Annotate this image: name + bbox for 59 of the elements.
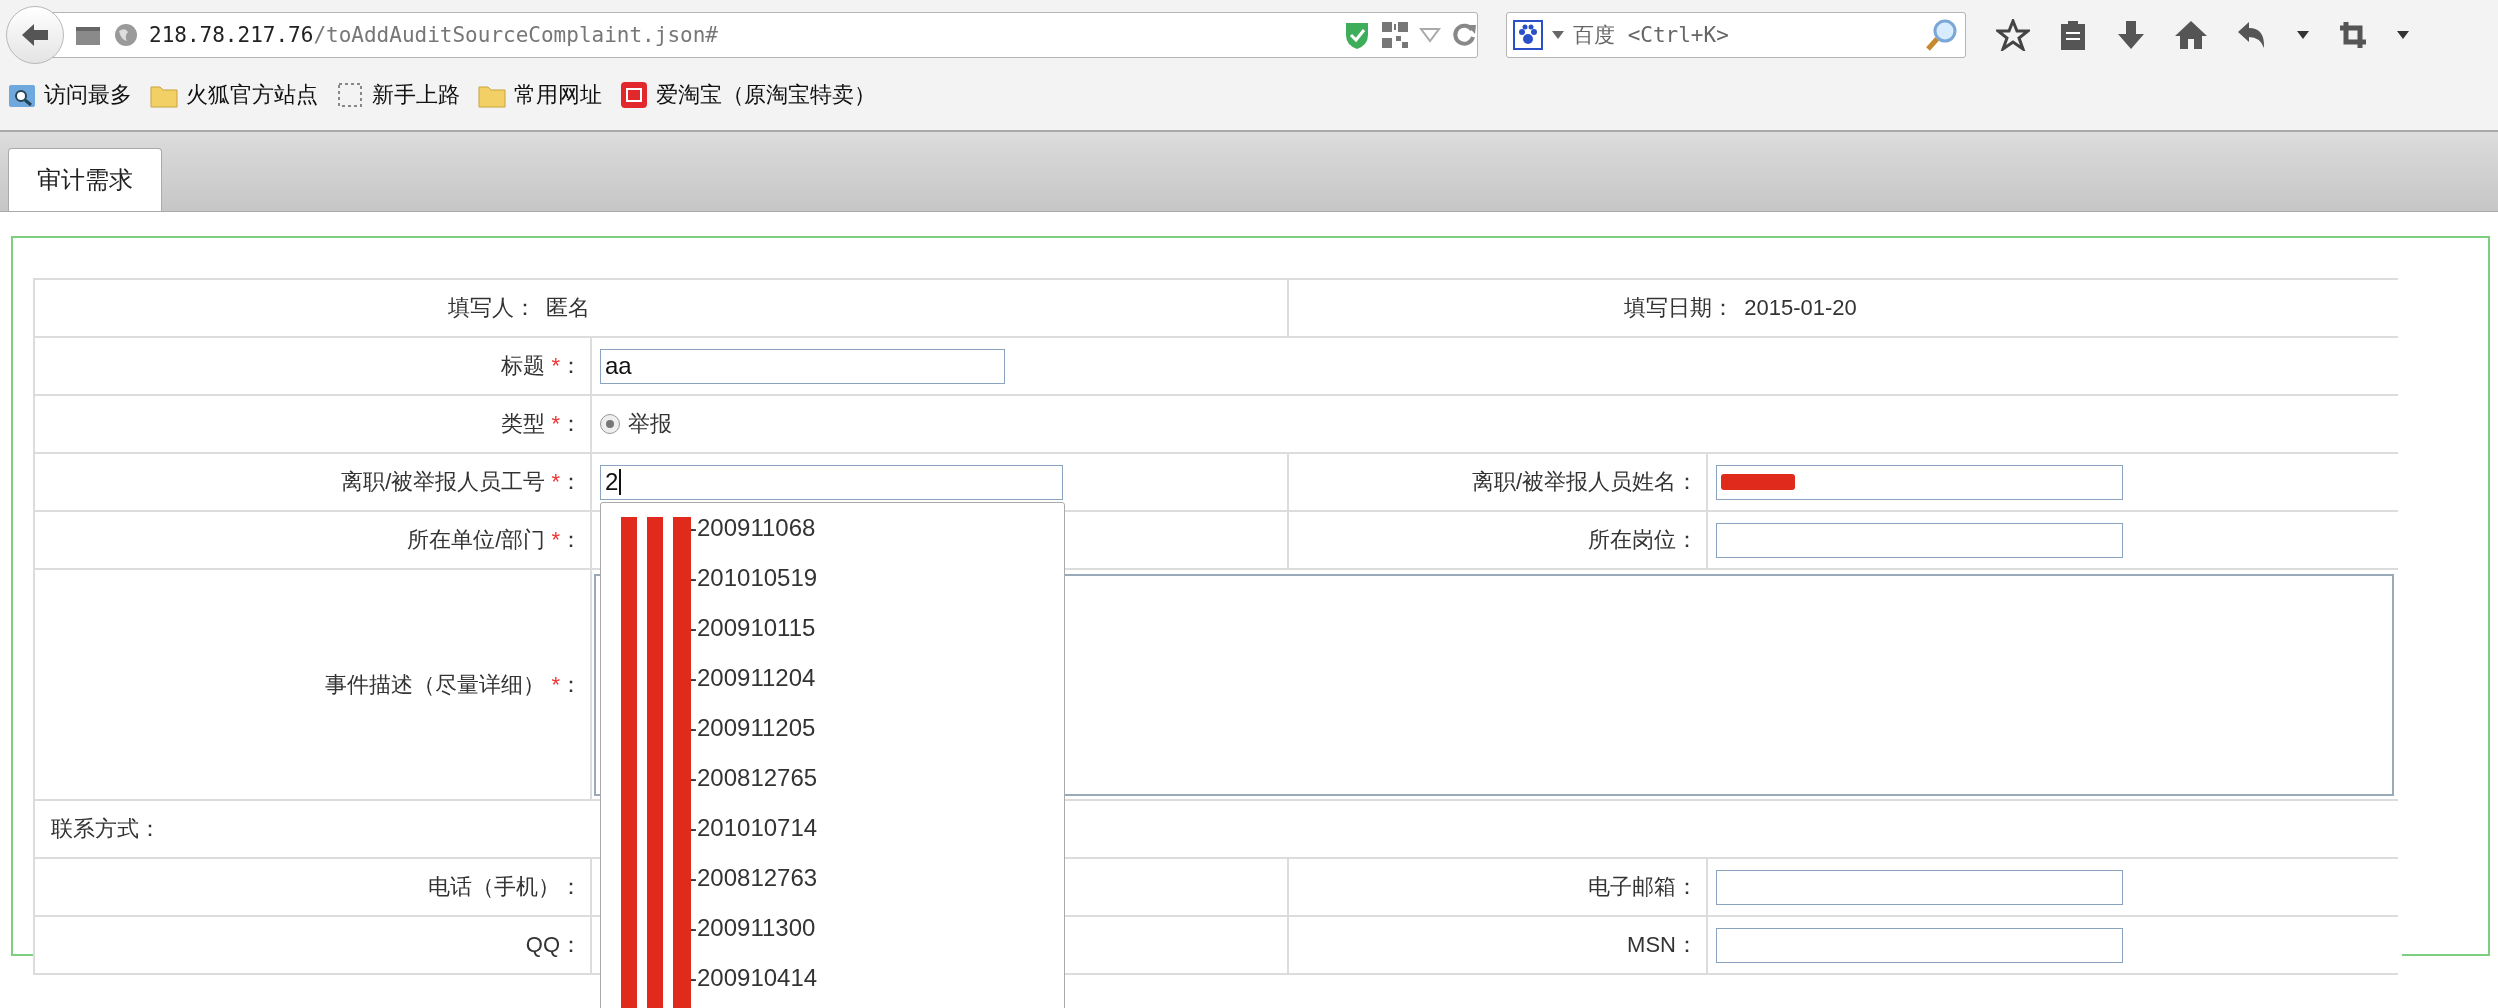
input-field[interactable]: aa [600,348,1005,384]
globe-icon [113,22,139,48]
suggestion-item[interactable]: -200911205 [601,703,1064,753]
bookmark-link[interactable]: 访问最多 [44,80,132,110]
shield-icon [1343,20,1371,50]
star-icon[interactable] [1996,19,2030,51]
field-label: 电子邮箱： [1588,873,1698,901]
radio-button[interactable] [600,414,620,434]
field-value: 匿名 [544,294,590,322]
input-field[interactable]: 2 [600,464,1063,500]
clipboard-icon[interactable] [2058,19,2088,51]
section-label: 联系方式： [51,815,161,843]
bookmark-link[interactable]: 新手上路 [372,80,460,110]
crop-icon[interactable] [2338,20,2368,50]
site-logo-icon [620,81,648,109]
field-label: 标题 *： [501,352,582,380]
suggestion-item[interactable]: -201010714 [601,803,1064,853]
input-field[interactable] [1716,464,2123,500]
suggestion-item[interactable]: -201010519 [601,553,1064,603]
suggestion-item[interactable]: -200910414 [601,953,1064,1003]
paw-icon [1513,20,1543,50]
suggestion-item[interactable]: -200911068 [601,503,1064,553]
dropdown-icon[interactable] [2396,30,2410,40]
input-field[interactable] [1716,927,2123,963]
reload-icon[interactable] [1451,22,1477,48]
field-label: 填写人： [446,294,536,322]
tab[interactable]: 审计需求 [8,148,162,211]
radio-label: 举报 [628,410,672,438]
search-icon[interactable] [1925,18,1959,52]
url-text: 218.78.217.76/toAddAuditSourceComplaint.json# [149,23,719,47]
dropdown-icon[interactable] [2296,30,2310,40]
suggestion-item[interactable]: -200812763 [601,853,1064,903]
bookmark-link[interactable]: 火狐官方站点 [186,80,318,110]
suggestion-item[interactable]: -200910115 [601,603,1064,653]
suggestion-item[interactable]: -200911204 [601,653,1064,703]
field-label: 类型 *： [501,410,582,438]
back-arrow-icon [20,21,50,49]
field-label: 所在单位/部门 *： [407,526,582,554]
suggestion-item[interactable]: -200812765 [601,753,1064,803]
qr-code-icon [1381,21,1409,49]
download-icon[interactable] [2116,19,2146,51]
field-label: 离职/被举报人员姓名： [1471,468,1698,496]
bookmark-link[interactable]: 爱淘宝（原淘宝特卖） [656,80,876,110]
caret-icon [1551,30,1565,40]
input-field[interactable] [1716,869,2123,905]
dashed-page-icon [336,81,364,109]
field-label: MSN： [1627,931,1698,959]
suggestion-item[interactable]: -200911300 [601,903,1064,953]
input-field[interactable] [1716,522,2123,558]
search-field[interactable]: 百度 <Ctrl+K> [1506,12,1966,58]
field-label: 离职/被举报人员工号 *： [341,468,582,496]
bookmark-link[interactable]: 常用网址 [514,80,602,110]
field-label: 事件描述（尽量详细） *： [325,670,582,699]
field-value: 2015-01-20 [1743,295,1857,321]
field-label: 填写日期： [1623,294,1735,322]
field-label: 所在岗位： [1588,526,1698,554]
field-label: 电话（手机）： [428,873,582,901]
field-label: QQ： [525,931,582,959]
home-icon[interactable] [2174,19,2208,51]
